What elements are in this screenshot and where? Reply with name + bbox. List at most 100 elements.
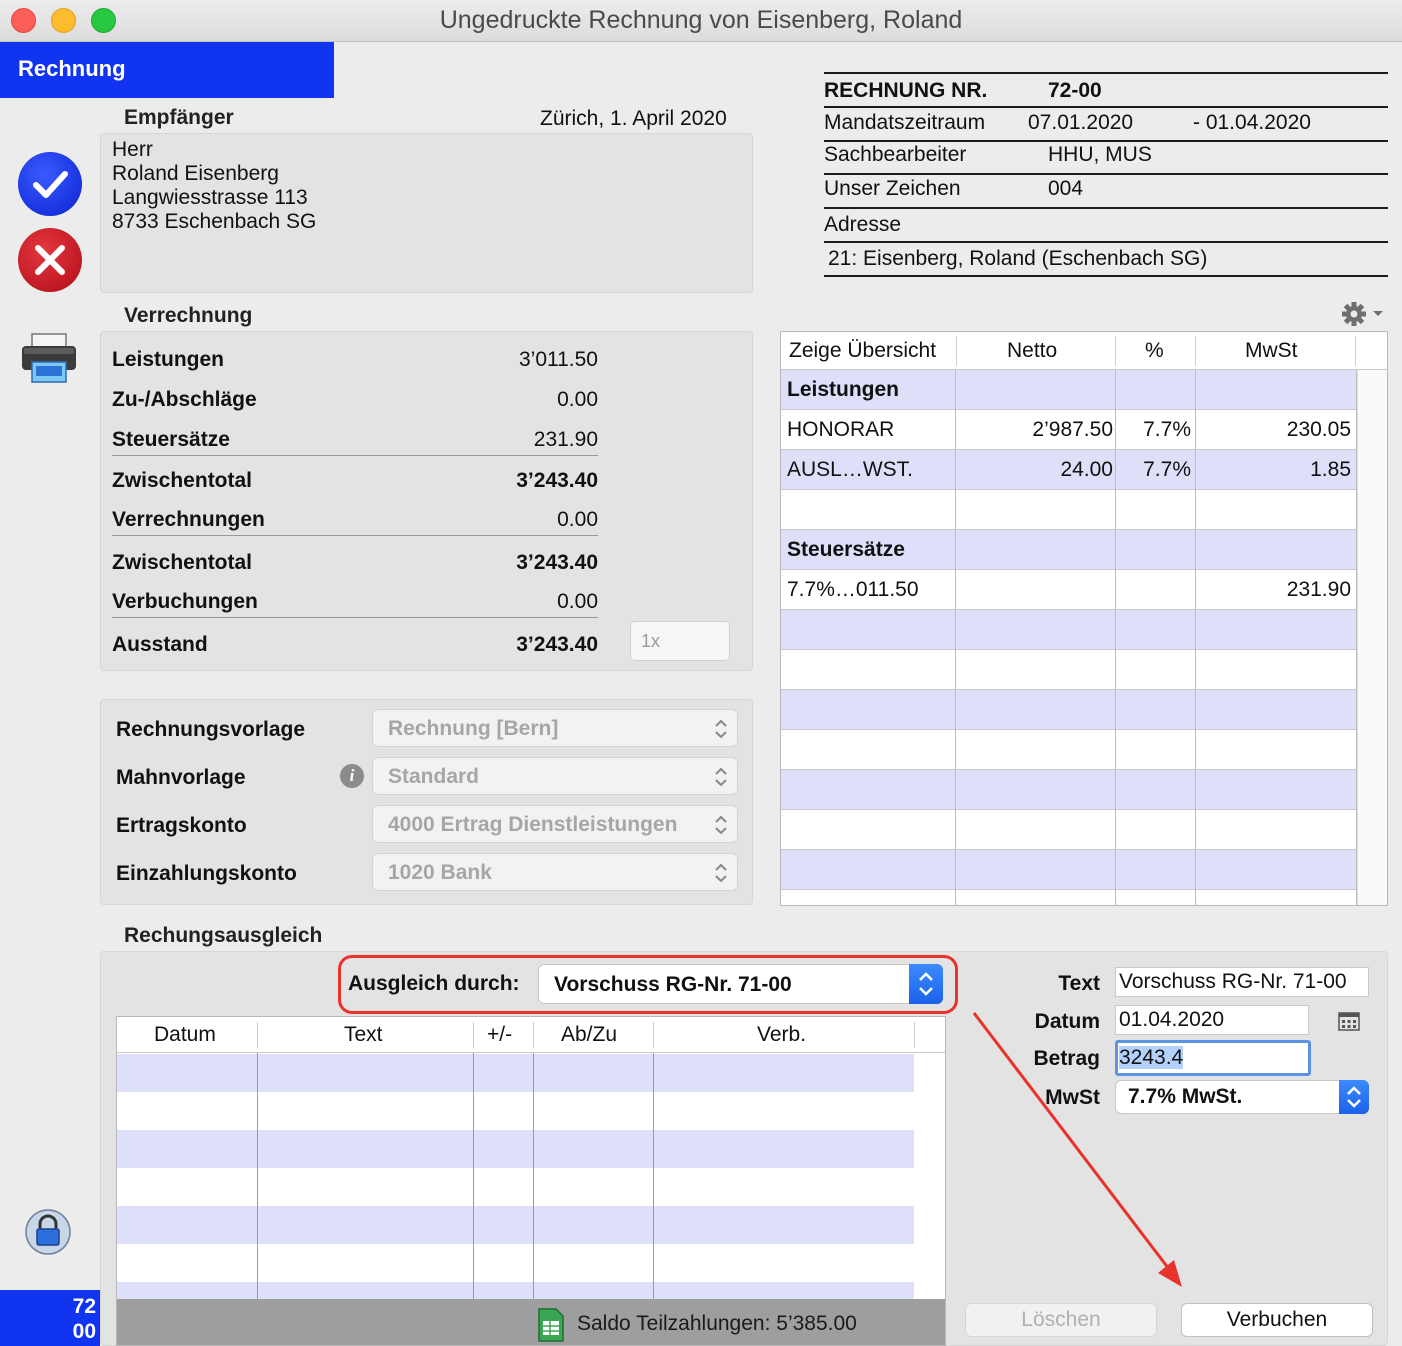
column-header[interactable]: Verb. [757,1023,806,1047]
table-row[interactable] [117,1168,914,1206]
table-header: Datum Text +/- Ab/Zu Verb. [117,1017,945,1053]
table-row[interactable] [781,770,1357,810]
column-header[interactable]: +/- [487,1023,512,1047]
select-stepper[interactable] [909,964,943,1004]
table-scrollbar[interactable] [1357,370,1387,905]
divider [824,241,1388,243]
chevron-updown-icon [715,767,727,787]
post-button[interactable]: Verbuchen [1181,1303,1373,1337]
table-row[interactable] [781,490,1357,530]
column-header[interactable]: Text [344,1023,383,1047]
place-date: Zürich, 1. April 2020 [540,107,727,130]
verrechnung-row: Leistungen 3’011.50 [112,348,598,376]
chevron-updown-icon [919,972,933,996]
window-title: Ungedruckte Rechnung von Eisenberg, Rola… [439,6,963,34]
cell-mwst: 231.90 [1286,578,1351,601]
table-row[interactable]: AUSL…WST. 24.00 7.7% 1.85 [781,450,1357,490]
table-row[interactable] [781,810,1357,850]
table-row[interactable]: 7.7%…011.50 231.90 [781,570,1357,610]
row-label: Zwischentotal [112,469,253,492]
row-value: 0.00 [557,508,598,531]
payment-account-label: Einzahlungskonto [116,862,297,885]
clerk-value: HHU, MUS [1048,143,1152,166]
table-row[interactable] [117,1130,914,1168]
row-label: Verbuchungen [112,590,258,613]
row-value: 3’243.40 [516,469,598,492]
address-value[interactable]: 21: Eisenberg, Roland (Eschenbach SG) [828,247,1207,271]
table-row[interactable] [781,730,1357,770]
row-label: Leistungen [112,348,225,371]
cell-percent: 7.7% [1143,418,1191,441]
table-row[interactable]: HONORAR 2’987.50 7.7% 230.05 [781,410,1357,450]
copies-input[interactable]: 1x [630,621,730,661]
invoice-number-label: RECHNUNG NR. [824,79,988,102]
table-row[interactable] [781,690,1357,730]
table-row[interactable]: Steuersätze [781,530,1357,570]
cell-mwst: 230.05 [1286,418,1351,441]
reference-value: 004 [1048,177,1084,200]
select-value: Rechnung [Bern] [388,717,559,740]
table-row[interactable] [781,650,1357,690]
cell-name: AUSL…WST. [787,458,914,481]
row-label: Zwischentotal [112,551,253,574]
column-header[interactable]: % [1145,339,1164,363]
table-row[interactable] [117,1054,914,1092]
column-header[interactable]: Ab/Zu [561,1023,617,1047]
printer-icon[interactable] [20,332,78,384]
select-stepper[interactable] [1339,1080,1369,1114]
cancel-button[interactable] [18,228,82,292]
column-header[interactable]: Zeige Übersicht [789,339,936,363]
annotation-arrow [972,1012,1182,1287]
chevron-updown-icon [715,863,727,883]
verrechnung-row: Steuersätze 231.90 [112,428,598,456]
cell-mwst: 1.85 [1310,458,1351,481]
table-row[interactable] [117,1244,914,1282]
row-value: 0.00 [557,590,598,613]
recipient-address: Herr Roland Eisenberg Langwiesstrasse 11… [112,138,316,234]
column-header[interactable]: Datum [154,1023,216,1047]
badge-line-2: 00 [72,1320,96,1343]
select-value: Vorschuss RG-Nr. 71-00 [554,973,792,996]
settlement-method-select[interactable]: Vorschuss RG-Nr. 71-00 [538,964,943,1004]
recipient-section-label: Empfänger [124,106,234,129]
table-row[interactable] [781,850,1357,890]
saldo-text: Saldo Teilzahlungen: 5’385.00 [577,1312,857,1335]
row-value: 3’011.50 [518,348,598,371]
delete-button[interactable]: Löschen [965,1303,1157,1337]
column-header[interactable]: Netto [1007,339,1057,363]
text-input[interactable]: Vorschuss RG-Nr. 71-00 [1115,967,1369,997]
confirm-button[interactable] [18,152,82,216]
overview-table[interactable]: Zeige Übersicht Netto % MwSt Leistungen … [780,331,1388,906]
tab-rechnung[interactable]: Rechnung [0,42,334,98]
cell-percent: 7.7% [1143,458,1191,481]
info-icon[interactable]: i [340,764,364,788]
calendar-icon[interactable] [1338,1011,1360,1031]
lock-icon[interactable] [24,1206,72,1256]
table-row[interactable] [781,610,1357,650]
reminder-template-select[interactable]: Standard [372,757,738,795]
gear-icon[interactable] [1340,300,1386,328]
divider [112,617,598,618]
cell-name: Leistungen [787,378,900,401]
settlement-table[interactable]: Datum Text +/- Ab/Zu Verb. Saldo Teilzah… [116,1016,946,1346]
period-to: - 01.04.2020 [1193,111,1311,134]
divider [112,455,598,456]
table-row[interactable]: Leistungen [781,370,1357,410]
recipient-line: Roland Eisenberg [112,162,279,185]
column-header[interactable]: MwSt [1245,339,1298,363]
cell-name: HONORAR [787,418,895,441]
verrechnung-row: Ausstand 3’243.40 [112,633,598,661]
template-label: Rechnungsvorlage [116,718,306,741]
settlement-method-label: Ausgleich durch: [348,972,520,995]
clerk-label: Sachbearbeiter [824,143,967,166]
payment-account-select[interactable]: 1020 Bank [372,853,738,891]
invoice-template-select[interactable]: Rechnung [Bern] [372,709,738,747]
table-row[interactable] [117,1206,914,1244]
revenue-account-select[interactable]: 4000 Ertrag Dienstleistungen [372,805,738,843]
row-label: Ausstand [112,633,208,656]
row-value: 3’243.40 [516,633,598,656]
row-label: Steuersätze [112,428,230,451]
verrechnung-row: Verbuchungen 0.00 [112,590,598,618]
table-row[interactable] [117,1092,914,1130]
row-label: Verrechnungen [112,508,265,531]
